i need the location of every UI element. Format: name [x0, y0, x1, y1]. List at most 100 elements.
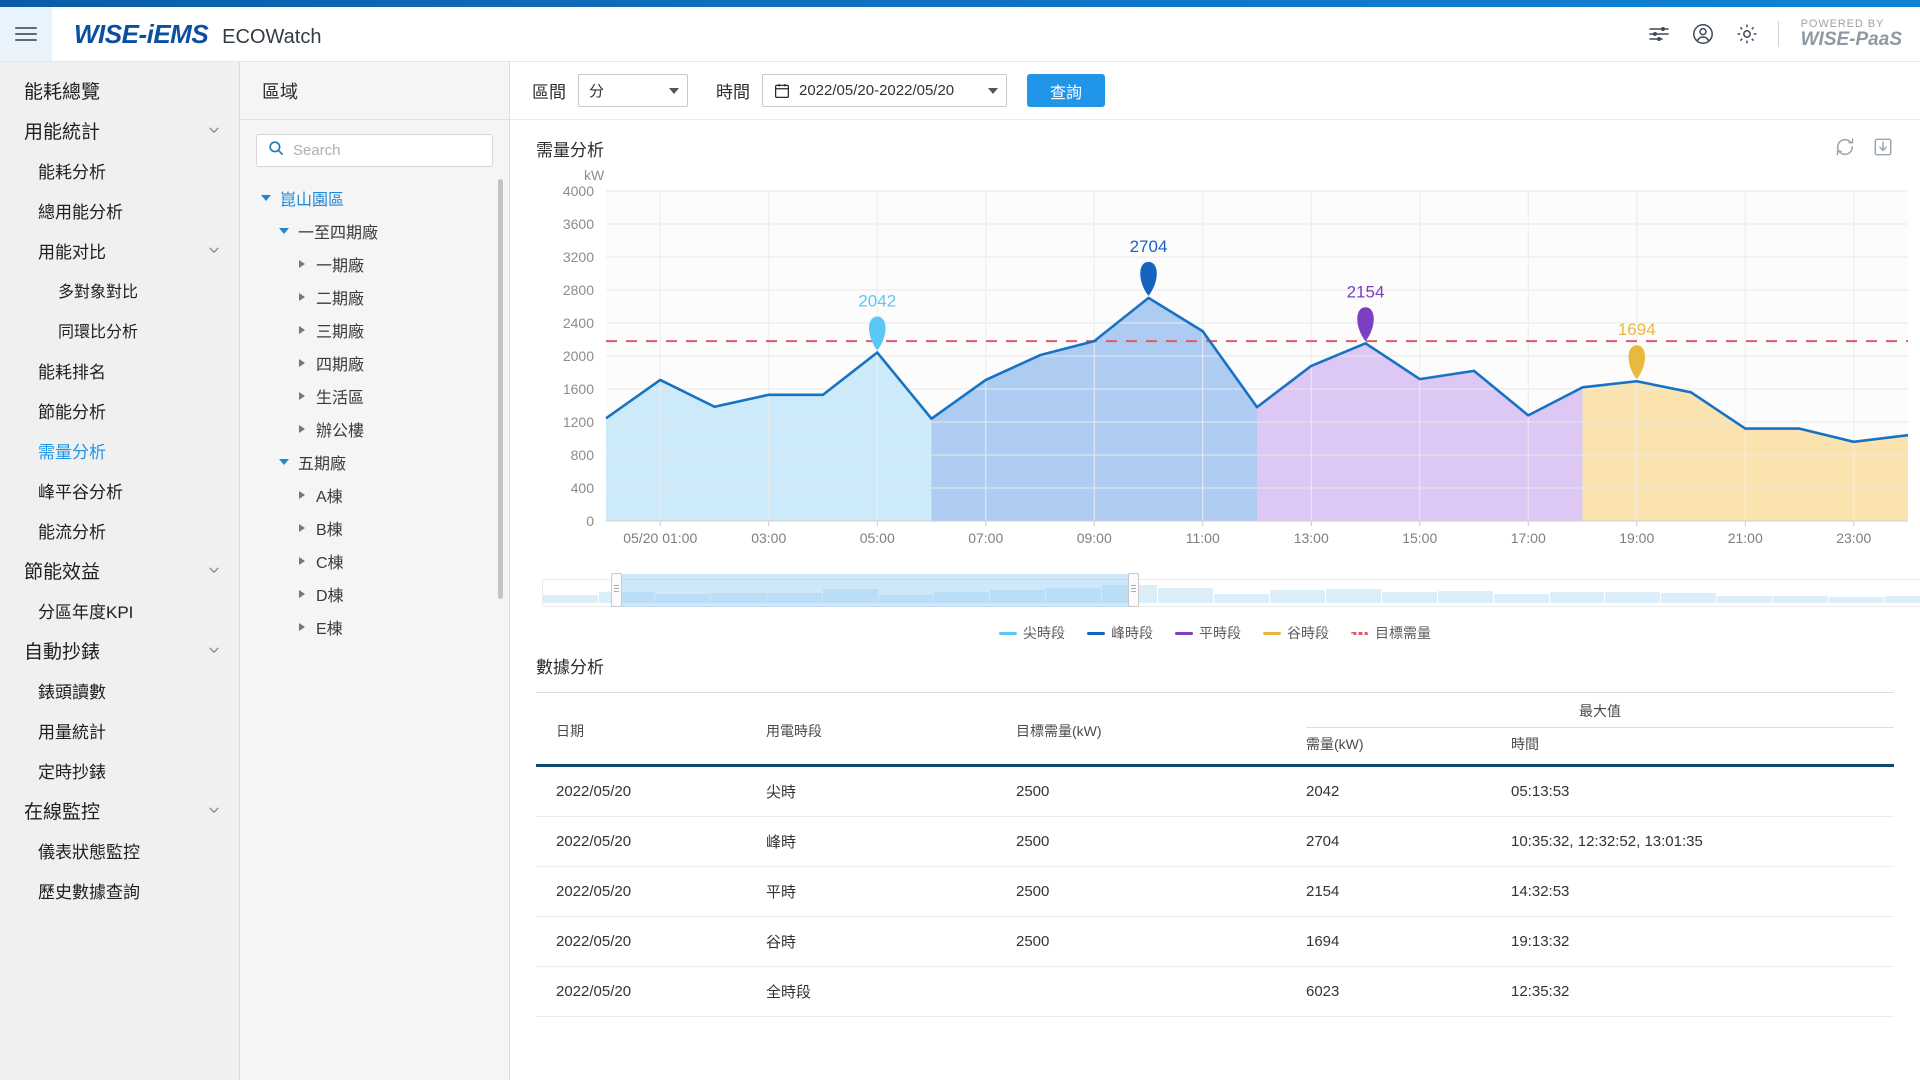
tree-search-wrapper	[240, 120, 509, 173]
triangle-right-icon[interactable]	[294, 289, 310, 305]
tree-node-8[interactable]: 五期廠	[240, 445, 509, 478]
triangle-right-icon[interactable]	[294, 256, 310, 272]
sidebar-item-label: 用能統計	[24, 117, 100, 144]
triangle-right-icon[interactable]	[294, 487, 310, 503]
sidebar-item-8[interactable]: 節能分析	[0, 390, 239, 430]
tree-node-12[interactable]: D棟	[240, 577, 509, 610]
triangle-right-icon[interactable]	[294, 322, 310, 338]
triangle-right-icon[interactable]	[294, 421, 310, 437]
table-body: 2022/05/20尖時2500204205:13:532022/05/20峰時…	[536, 766, 1894, 1017]
sidebar-item-16[interactable]: 用量統計	[0, 710, 239, 750]
svg-text:4000: 4000	[563, 183, 594, 199]
tree-node-4[interactable]: 三期廠	[240, 313, 509, 346]
col-max-time: 時間	[1511, 728, 1894, 766]
sidebar-item-label: 自動抄錶	[24, 637, 100, 664]
sidebar-item-1[interactable]: 用能統計	[0, 110, 239, 150]
datazoom-bar	[543, 595, 598, 603]
svg-text:1694: 1694	[1618, 320, 1656, 339]
tree-node-5[interactable]: 四期廠	[240, 346, 509, 379]
legend-item-2[interactable]: 平時段	[1175, 623, 1241, 643]
triangle-down-icon[interactable]	[276, 454, 292, 470]
datazoom-window[interactable]	[615, 574, 1133, 607]
sidebar-item-label: 峰平谷分析	[38, 478, 123, 503]
triangle-right-icon[interactable]	[294, 619, 310, 635]
tree-node-label: 崑山園區	[280, 186, 344, 210]
legend-item-4[interactable]: 目標需量	[1351, 623, 1431, 643]
table-row[interactable]: 2022/05/20谷時2500169419:13:32	[536, 917, 1894, 967]
sidebar-item-10[interactable]: 峰平谷分析	[0, 470, 239, 510]
cell-max-demand: 2704	[1306, 817, 1511, 867]
chart-datazoom-slider[interactable]	[542, 579, 1920, 607]
sidebar-item-15[interactable]: 錶頭讀數	[0, 670, 239, 710]
sidebar-item-2[interactable]: 能耗分析	[0, 150, 239, 190]
sidebar-item-20[interactable]: 歷史數據查詢	[0, 870, 239, 910]
legend-item-0[interactable]: 尖時段	[999, 623, 1065, 643]
table-row[interactable]: 2022/05/20平時2500215414:32:53	[536, 867, 1894, 917]
triangle-down-icon[interactable]	[276, 223, 292, 239]
query-button[interactable]: 查詢	[1027, 74, 1105, 107]
top-accent-bar	[0, 0, 1920, 7]
demand-chart[interactable]: kW 0400800120016002000240028003200360040…	[536, 171, 1916, 571]
svg-text:2000: 2000	[563, 348, 594, 364]
table-row[interactable]: 2022/05/20全時段602312:35:32	[536, 967, 1894, 1017]
tree-scrollbar[interactable]	[498, 179, 503, 599]
gear-icon[interactable]	[1734, 21, 1760, 47]
legend-item-3[interactable]: 谷時段	[1263, 623, 1329, 643]
cell-max-demand: 1694	[1306, 917, 1511, 967]
sidebar-item-label: 在線監控	[24, 797, 100, 824]
tree-node-9[interactable]: A棟	[240, 478, 509, 511]
sidebar-item-5[interactable]: 多對象對比	[0, 270, 239, 310]
triangle-right-icon[interactable]	[294, 520, 310, 536]
sidebar-item-4[interactable]: 用能对比	[0, 230, 239, 270]
download-icon[interactable]	[1872, 136, 1894, 158]
sliders-icon[interactable]	[1646, 21, 1672, 47]
triangle-right-icon[interactable]	[294, 553, 310, 569]
tree-node-3[interactable]: 二期廠	[240, 280, 509, 313]
table-row[interactable]: 2022/05/20尖時2500204205:13:53	[536, 766, 1894, 817]
tree-node-7[interactable]: 辦公樓	[240, 412, 509, 445]
chart-title: 需量分析	[536, 136, 1894, 161]
datazoom-handle-right[interactable]	[1128, 573, 1139, 607]
account-icon[interactable]	[1690, 21, 1716, 47]
tree-node-1[interactable]: 一至四期廠	[240, 214, 509, 247]
tree-node-11[interactable]: C棟	[240, 544, 509, 577]
sidebar-item-label: 需量分析	[38, 438, 106, 463]
sidebar-item-6[interactable]: 同環比分析	[0, 310, 239, 350]
sidebar-item-18[interactable]: 在線監控	[0, 790, 239, 830]
region-tree-list: 崑山園區一至四期廠一期廠二期廠三期廠四期廠生活區辦公樓五期廠A棟B棟C棟 D棟 E棟	[240, 173, 509, 1080]
tree-node-10[interactable]: B棟	[240, 511, 509, 544]
refresh-icon[interactable]	[1834, 136, 1856, 158]
cell-date: 2022/05/20	[536, 817, 766, 867]
datazoom-handle-left[interactable]	[611, 573, 622, 607]
search-box[interactable]	[256, 134, 493, 167]
sidebar-item-3[interactable]: 總用能分析	[0, 190, 239, 230]
sidebar-item-11[interactable]: 能流分析	[0, 510, 239, 550]
tree-node-0[interactable]: 崑山園區	[240, 181, 509, 214]
tree-node-2[interactable]: 一期廠	[240, 247, 509, 280]
sidebar-item-9[interactable]: 需量分析	[0, 430, 239, 470]
legend-swatch	[1175, 632, 1193, 635]
search-input[interactable]	[293, 142, 482, 159]
table-row[interactable]: 2022/05/20峰時2500270410:35:32, 12:32:52, …	[536, 817, 1894, 867]
triangle-right-icon[interactable]	[294, 388, 310, 404]
tree-node-13[interactable]: E棟	[240, 610, 509, 643]
tree-node-6[interactable]: 生活區	[240, 379, 509, 412]
hamburger-icon[interactable]	[0, 7, 52, 61]
date-range-select[interactable]: 2022/05/20-2022/05/20	[762, 74, 1007, 107]
sidebar-item-17[interactable]: 定時抄錶	[0, 750, 239, 790]
triangle-right-icon[interactable]	[294, 586, 310, 602]
interval-select[interactable]: 分	[578, 74, 688, 107]
triangle-down-icon[interactable]	[258, 190, 274, 206]
svg-text:0: 0	[586, 513, 594, 529]
sidebar-item-19[interactable]: 儀表狀態監控	[0, 830, 239, 870]
legend-item-1[interactable]: 峰時段	[1087, 623, 1153, 643]
svg-text:23:00: 23:00	[1836, 530, 1871, 546]
sidebar-item-14[interactable]: 自動抄錶	[0, 630, 239, 670]
sidebar-item-13[interactable]: 分區年度KPI	[0, 590, 239, 630]
tree-node-label: D棟	[316, 582, 344, 606]
sidebar-item-7[interactable]: 能耗排名	[0, 350, 239, 390]
triangle-right-icon[interactable]	[294, 355, 310, 371]
sidebar-item-12[interactable]: 節能效益	[0, 550, 239, 590]
sidebar-item-0[interactable]: 能耗總覽	[0, 70, 239, 110]
chart-svg: 0400800120016002000240028003200360040000…	[536, 171, 1916, 571]
